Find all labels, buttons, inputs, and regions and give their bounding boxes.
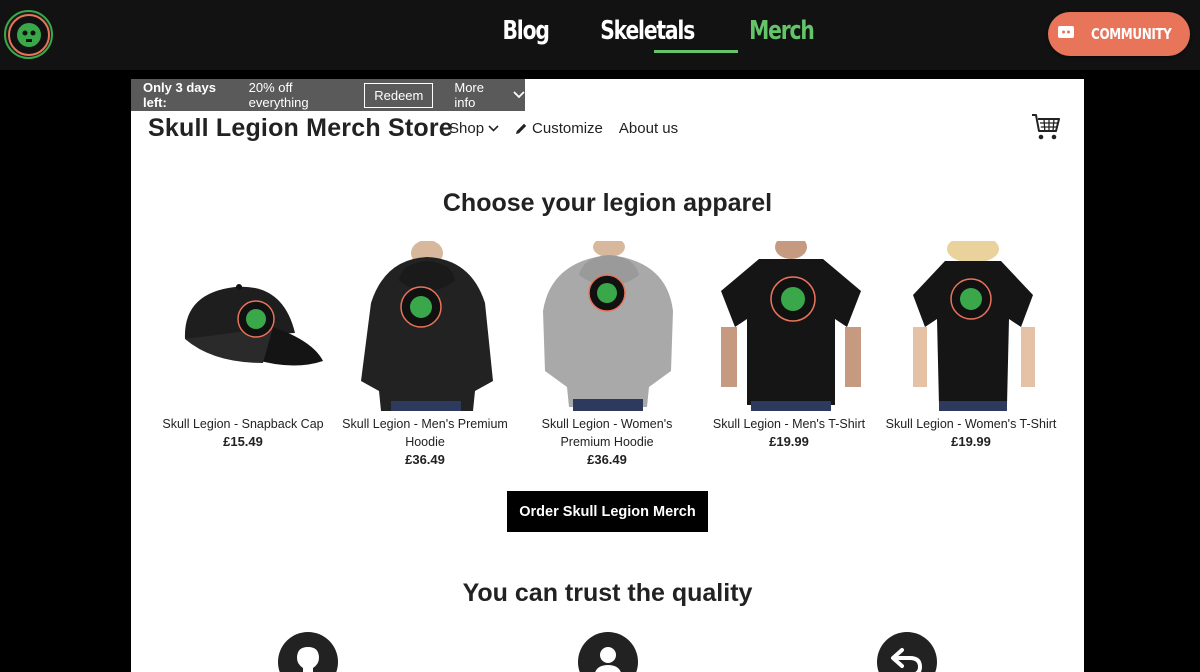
promo-text: 20% off everything bbox=[248, 80, 309, 110]
product-price: £19.99 bbox=[951, 434, 991, 449]
product-image-womens-hoodie[interactable] bbox=[517, 237, 697, 411]
product-name[interactable]: Skull Legion - Women's Premium Hoodie bbox=[517, 415, 697, 451]
chevron-down-icon bbox=[488, 125, 499, 132]
nav-merch[interactable]: Merch bbox=[736, 14, 826, 50]
product-card[interactable]: Skull Legion - Women's T-Shirt £19.99 bbox=[881, 235, 1061, 451]
customize-link[interactable]: Customize bbox=[515, 120, 603, 137]
product-name[interactable]: Skull Legion - Men's Premium Hoodie bbox=[335, 415, 515, 451]
product-name[interactable]: Skull Legion - Women's T-Shirt bbox=[881, 415, 1061, 433]
product-price: £36.49 bbox=[405, 452, 445, 467]
more-info-button[interactable]: More info bbox=[454, 80, 525, 110]
nav-blog[interactable]: Blog bbox=[490, 14, 561, 50]
community-label: COMMUNITY bbox=[1090, 25, 1172, 43]
product-image-womens-tshirt[interactable] bbox=[881, 235, 1061, 411]
store-nav: Shop Customize About us bbox=[449, 120, 694, 137]
product-price: £36.49 bbox=[587, 452, 627, 467]
about-us-link[interactable]: About us bbox=[619, 120, 678, 137]
cart-icon[interactable] bbox=[1031, 113, 1061, 141]
product-card[interactable]: Skull Legion - Men's T-Shirt £19.99 bbox=[699, 235, 879, 451]
promo-bar: Only 3 days left: 20% off everything Red… bbox=[131, 79, 525, 111]
community-button[interactable]: COMMUNITY bbox=[1048, 12, 1190, 56]
chevron-down-icon bbox=[513, 91, 525, 99]
pencil-icon bbox=[516, 123, 527, 134]
merch-store-panel: Only 3 days left: 20% off everything Red… bbox=[131, 79, 1084, 672]
product-card[interactable]: Skull Legion - Men's Premium Hoodie £36.… bbox=[335, 240, 515, 469]
product-card[interactable]: Skull Legion - Snapback Cap £15.49 bbox=[153, 241, 333, 451]
product-image-cap[interactable] bbox=[153, 241, 333, 411]
discord-icon bbox=[1057, 25, 1075, 44]
skull-legion-logo[interactable] bbox=[4, 10, 53, 59]
apparel-heading: Choose your legion apparel bbox=[442, 189, 773, 217]
product-price: £15.49 bbox=[223, 434, 263, 449]
product-image-mens-tshirt[interactable] bbox=[699, 235, 879, 411]
promo-deadline: Only 3 days left: bbox=[143, 80, 216, 110]
user-icon bbox=[578, 632, 638, 672]
shop-menu[interactable]: Shop bbox=[449, 120, 499, 137]
product-card[interactable]: Skull Legion - Women's Premium Hoodie £3… bbox=[517, 237, 697, 469]
redeem-button[interactable]: Redeem bbox=[364, 82, 434, 108]
active-nav-underline bbox=[654, 50, 738, 53]
product-name[interactable]: Skull Legion - Men's T-Shirt bbox=[699, 415, 879, 433]
store-title: Skull Legion Merch Store bbox=[148, 114, 453, 142]
lightbulb-icon bbox=[278, 632, 338, 672]
shop-label: Shop bbox=[449, 120, 485, 137]
product-name[interactable]: Skull Legion - Snapback Cap bbox=[153, 415, 333, 433]
quality-heading: You can trust the quality bbox=[462, 579, 753, 607]
site-header: Blog Skeletals Merch COMMUNITY bbox=[0, 0, 1200, 70]
more-info-label: More info bbox=[454, 80, 484, 110]
product-image-mens-hoodie[interactable] bbox=[335, 240, 515, 411]
product-price: £19.99 bbox=[769, 434, 809, 449]
nav-skeletals[interactable]: Skeletals bbox=[588, 14, 707, 50]
order-merch-button[interactable]: Order Skull Legion Merch bbox=[507, 491, 708, 532]
site-nav: Blog Skeletals Merch bbox=[480, 14, 838, 50]
return-icon bbox=[877, 632, 937, 672]
customize-label: Customize bbox=[532, 120, 603, 137]
